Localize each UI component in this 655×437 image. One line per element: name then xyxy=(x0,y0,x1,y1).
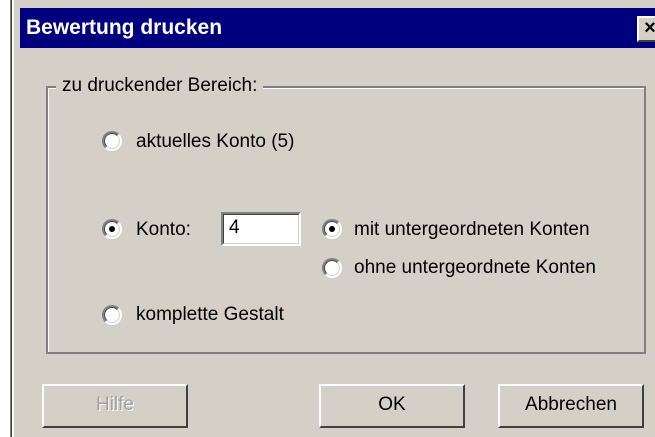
group-label: zu druckender Bereich: xyxy=(56,74,264,98)
ok-button[interactable]: OK xyxy=(319,384,465,428)
close-icon[interactable]: × xyxy=(637,16,655,42)
label-complete-structure[interactable]: komplette Gestalt xyxy=(136,303,284,327)
help-button[interactable]: Hilfe xyxy=(42,384,188,428)
radio-complete-structure[interactable] xyxy=(102,305,122,325)
label-current-account[interactable]: aktuelles Konto (5) xyxy=(136,130,294,154)
account-number-input[interactable]: 4 xyxy=(221,212,301,246)
dialog-title: Bewertung drucken xyxy=(26,16,223,39)
radio-with-sub-accounts[interactable] xyxy=(322,219,342,239)
label-without-sub-accounts[interactable]: ohne untergeordnete Konten xyxy=(354,256,596,280)
radio-without-sub-accounts[interactable] xyxy=(322,258,342,278)
print-dialog: Bewertung drucken × zu druckender Bereic… xyxy=(2,0,655,437)
label-with-sub-accounts[interactable]: mit untergeordneten Konten xyxy=(354,218,590,242)
radio-current-account[interactable] xyxy=(102,131,122,151)
title-bar[interactable]: Bewertung drucken × xyxy=(20,8,655,48)
radio-account[interactable] xyxy=(102,219,122,239)
label-account[interactable]: Konto: xyxy=(136,218,191,242)
cancel-button[interactable]: Abbrechen xyxy=(498,384,644,428)
